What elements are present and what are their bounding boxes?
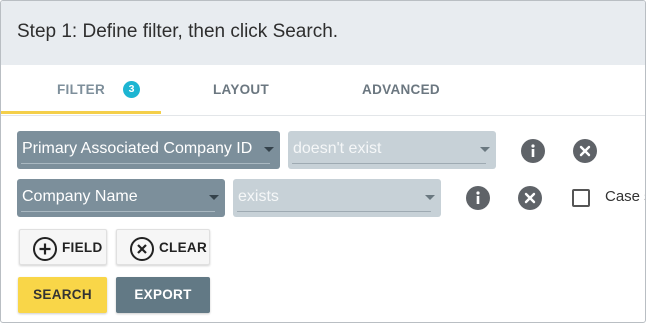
filter-count-badge: 3 bbox=[123, 81, 140, 98]
tab-advanced-label: ADVANCED bbox=[362, 82, 440, 97]
filter-2-operator-select[interactable]: exists bbox=[233, 179, 441, 217]
tab-layout-label: LAYOUT bbox=[212, 82, 270, 97]
tab-advanced[interactable]: ADVANCED bbox=[321, 65, 481, 115]
remove-circle-icon[interactable] bbox=[518, 186, 542, 210]
page-title: Step 1: Define filter, then click Search… bbox=[17, 21, 339, 42]
filter-1-field-value: Primary Associated Company ID bbox=[22, 140, 253, 157]
chevron-down-icon bbox=[480, 147, 490, 152]
plus-circle-icon bbox=[33, 237, 57, 261]
tab-layout[interactable]: LAYOUT bbox=[161, 65, 321, 115]
export-button[interactable]: EXPORT bbox=[116, 277, 210, 313]
info-icon[interactable] bbox=[466, 186, 490, 210]
filter-panel: Step 1: Define filter, then click Search… bbox=[0, 0, 646, 323]
case-sensitive-label: Case s bbox=[605, 188, 645, 205]
select-underline bbox=[21, 163, 270, 164]
clear-label: CLEAR bbox=[159, 240, 207, 255]
tab-bar: FILTER LAYOUT ADVANCED bbox=[1, 65, 645, 116]
clear-button[interactable]: CLEAR bbox=[116, 229, 210, 265]
filter-1-operator-value: doesn't exist bbox=[293, 140, 382, 157]
select-underline bbox=[21, 211, 215, 212]
info-icon[interactable] bbox=[521, 139, 545, 163]
search-button[interactable]: SEARCH bbox=[18, 277, 107, 313]
tab-filter-label: FILTER bbox=[56, 82, 106, 97]
chevron-down-icon bbox=[209, 195, 219, 200]
chevron-down-icon bbox=[264, 147, 274, 152]
clear-circle-icon bbox=[130, 237, 154, 261]
filter-1-operator-select[interactable]: doesn't exist bbox=[288, 131, 496, 169]
chevron-down-icon bbox=[425, 195, 435, 200]
export-label: EXPORT bbox=[134, 287, 192, 302]
add-field-label: FIELD bbox=[62, 240, 103, 255]
select-underline bbox=[237, 211, 431, 212]
add-field-button[interactable]: FIELD bbox=[19, 229, 107, 265]
case-sensitive-checkbox[interactable] bbox=[572, 189, 590, 207]
search-label: SEARCH bbox=[33, 287, 92, 302]
select-underline bbox=[292, 163, 486, 164]
remove-circle-icon[interactable] bbox=[573, 139, 597, 163]
header-bar: Step 1: Define filter, then click Search… bbox=[1, 1, 645, 65]
filter-2-field-value: Company Name bbox=[22, 188, 138, 205]
filter-1-field-select[interactable]: Primary Associated Company ID bbox=[17, 131, 280, 169]
filter-2-operator-value: exists bbox=[238, 188, 279, 205]
filter-2-field-select[interactable]: Company Name bbox=[17, 179, 225, 217]
active-tab-indicator bbox=[1, 111, 161, 114]
